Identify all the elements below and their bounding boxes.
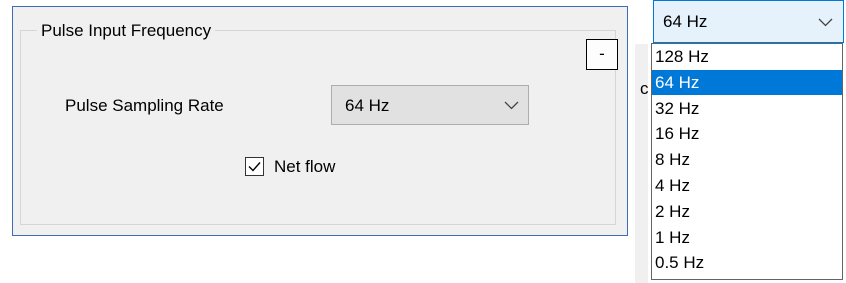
pulse-input-groupbox (20, 30, 616, 225)
net-flow-checkbox[interactable] (245, 157, 264, 176)
dropdown-option[interactable]: 1 Hz (652, 225, 842, 250)
dropdown-option[interactable]: 16 Hz (652, 121, 842, 146)
settings-panel: Pulse Input Frequency - Pulse Sampling R… (12, 6, 628, 236)
dropdown-option[interactable]: 128 Hz (652, 44, 842, 69)
sampling-rate-value: 64 Hz (345, 96, 390, 115)
dropdown-option[interactable]: 32 Hz (652, 96, 842, 121)
frequency-combobox[interactable]: 64 Hz (653, 0, 844, 43)
dropdown-option[interactable]: 8 Hz (652, 147, 842, 172)
dropdown-option[interactable]: 4 Hz (652, 173, 842, 198)
frequency-combobox-value: 64 Hz (663, 12, 708, 31)
chevron-down-icon (818, 18, 833, 27)
sampling-rate-combobox[interactable]: 64 Hz (331, 85, 529, 125)
net-flow-label: Net flow (274, 157, 336, 176)
checkmark-icon (248, 162, 261, 172)
frequency-dropdown-list[interactable]: 128 Hz 64 Hz 32 Hz 16 Hz 8 Hz 4 Hz 2 Hz 1 Hz 0.5… (651, 43, 843, 280)
group-title: Pulse Input Frequency (37, 19, 216, 43)
occluded-text-fragment: c (640, 79, 649, 98)
dropdown-option[interactable]: 64 Hz (652, 69, 842, 95)
collapse-button[interactable]: - (586, 39, 618, 70)
dropdown-option[interactable]: 0.5 Hz (652, 250, 842, 275)
chevron-down-icon (504, 101, 519, 110)
dropdown-option[interactable]: 2 Hz (652, 199, 842, 224)
sampling-rate-label: Pulse Sampling Rate (65, 96, 224, 115)
